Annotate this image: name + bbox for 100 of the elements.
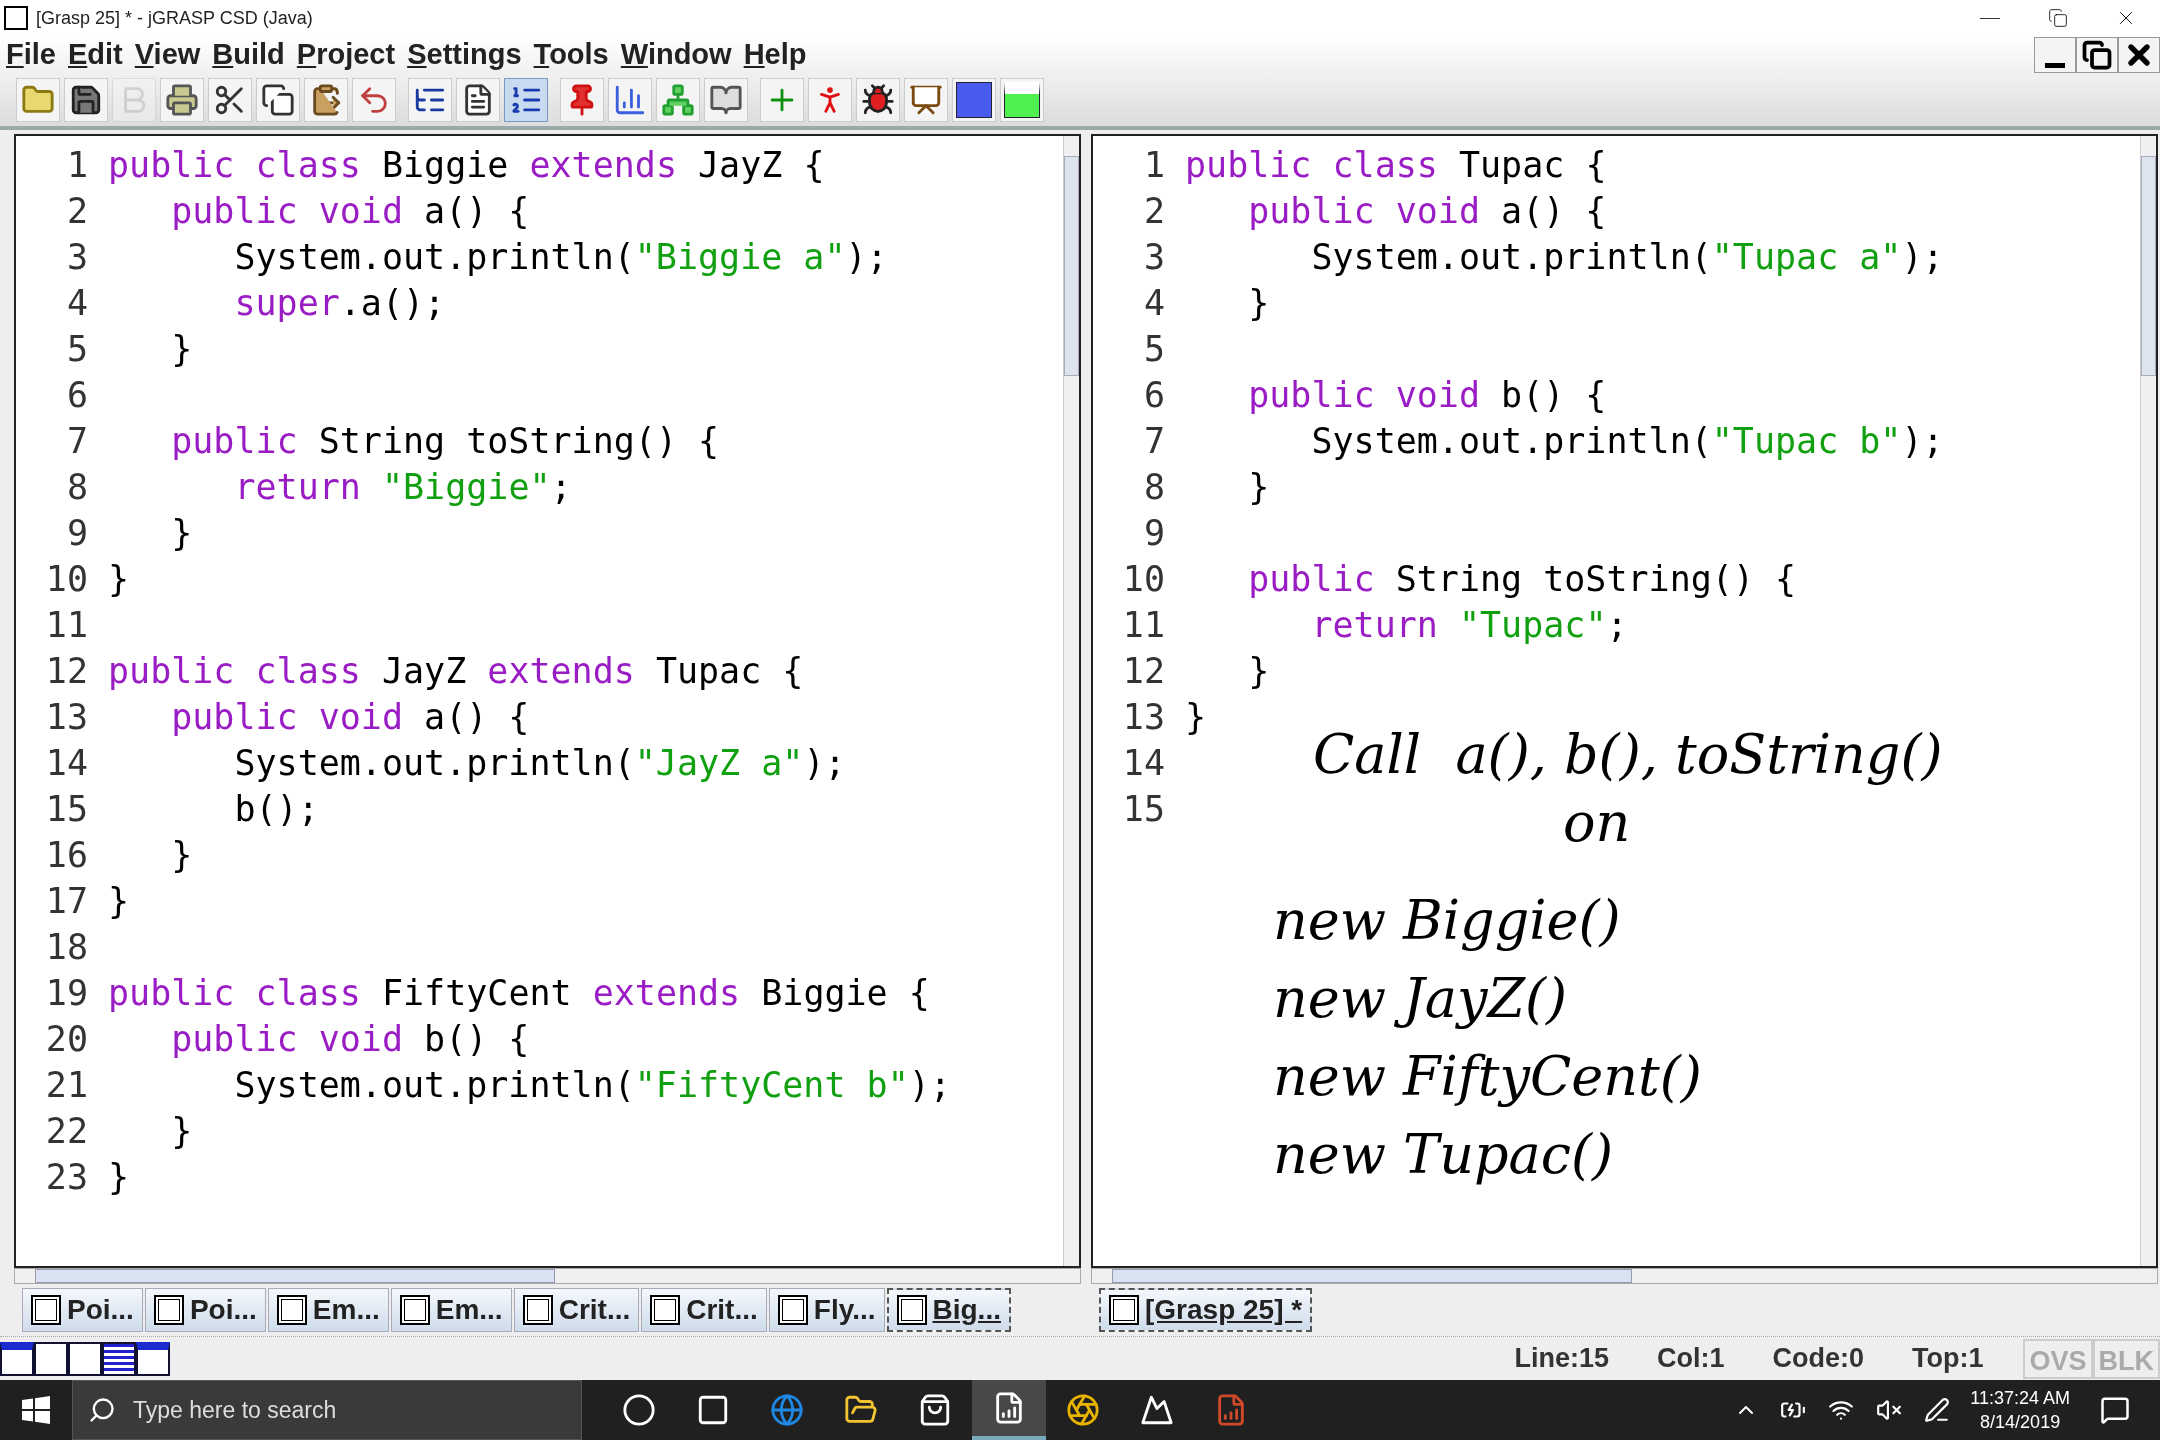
- file-tab[interactable]: Poi...: [22, 1288, 143, 1332]
- line-number: 15: [44, 788, 88, 831]
- line-number: 15: [1121, 788, 1165, 831]
- handwritten-note: new FiftyCent(): [1273, 1044, 1703, 1110]
- code-line: public void b() {: [170, 1018, 530, 1061]
- toolbar-button[interactable]: [904, 78, 948, 122]
- search-field[interactable]: Type here to search: [72, 1380, 582, 1440]
- status-indicator: OVS: [2023, 1338, 2093, 1379]
- close-button[interactable]: [2118, 37, 2160, 73]
- line-number: 19: [44, 972, 88, 1015]
- menu-item[interactable]: Project: [290, 33, 402, 77]
- toolbar-button[interactable]: [160, 78, 204, 122]
- windows-logo-icon: [22, 1396, 50, 1424]
- status-indicator: BLK: [2092, 1338, 2160, 1379]
- line-number: 5: [1142, 328, 1165, 371]
- code-line: }: [108, 880, 130, 923]
- file-tab[interactable]: Poi...: [144, 1288, 266, 1332]
- window-title: [Grasp 25] * - jGRASP CSD (Java): [36, 6, 313, 30]
- menu-item[interactable]: Settings: [401, 33, 528, 77]
- file-icon: [896, 1295, 927, 1325]
- clock-date: 8/14/2019: [1980, 1411, 2061, 1434]
- line-number: 22: [44, 1110, 88, 1153]
- code-line: System.out.println("Biggie a");: [233, 236, 888, 279]
- line-number: 11: [44, 604, 88, 647]
- line-number: 3: [65, 236, 88, 279]
- code-line: public String toString() {: [170, 420, 720, 463]
- clock-time: 11:37:24 AM: [1970, 1387, 2070, 1410]
- toolbar-button[interactable]: [504, 78, 548, 122]
- code-line: System.out.println("FiftyCent b");: [233, 1064, 951, 1107]
- line-number: 6: [1142, 374, 1165, 417]
- horizontal-scrollbar[interactable]: [14, 1268, 1081, 1284]
- horizontal-scrollbar[interactable]: [1091, 1268, 2158, 1284]
- code-line: }: [1247, 466, 1270, 509]
- line-number: 12: [44, 650, 88, 693]
- code-line: public class FiftyCent extends Biggie {: [108, 972, 930, 1015]
- line-number: 4: [65, 282, 88, 325]
- menu-item[interactable]: Help: [737, 33, 813, 77]
- code-line: public void a() {: [170, 190, 530, 233]
- code-line: }: [1247, 650, 1270, 693]
- code-line: }: [170, 1110, 193, 1153]
- file-tab[interactable]: Crit...: [513, 1288, 640, 1332]
- line-number: 5: [65, 328, 88, 371]
- shopping-bag-icon: [918, 1393, 952, 1427]
- taskbar-app[interactable]: [972, 1380, 1046, 1440]
- minimize-button[interactable]: [2034, 37, 2076, 73]
- toolbar-button[interactable]: [408, 78, 452, 122]
- toolbar-button[interactable]: [64, 78, 108, 122]
- code-line: b();: [233, 788, 319, 831]
- vertical-scrollbar[interactable]: [2140, 136, 2156, 1266]
- window-layout-icon[interactable]: [102, 1341, 136, 1376]
- line-number: 8: [65, 466, 88, 509]
- status-field: Code:0: [1772, 1338, 1864, 1379]
- line-number: 10: [1121, 558, 1165, 601]
- window-layout-icon[interactable]: [34, 1341, 68, 1376]
- file-tab[interactable]: Em...: [267, 1288, 389, 1332]
- menu-item[interactable]: Build: [206, 33, 291, 77]
- handwritten-note: new Tupac(): [1273, 1122, 1615, 1188]
- bug-icon: [861, 83, 895, 117]
- line-number: 7: [65, 420, 88, 463]
- file-tab[interactable]: Em...: [390, 1288, 512, 1332]
- toolbar-button[interactable]: [456, 78, 500, 122]
- file-icon: [650, 1295, 681, 1325]
- code-line: System.out.println("Tupac b");: [1310, 420, 1944, 463]
- handwritten-note: on: [1562, 790, 1632, 856]
- window-layout-icon[interactable]: [136, 1341, 170, 1376]
- file-tab[interactable]: Crit...: [641, 1288, 767, 1332]
- toolbar-button[interactable]: [1000, 78, 1044, 122]
- menu-item[interactable]: Tools: [527, 33, 615, 77]
- status-field: Col:1: [1656, 1338, 1725, 1379]
- file-tab[interactable]: Fly...: [768, 1288, 885, 1332]
- menu-item[interactable]: Window: [614, 33, 738, 77]
- status-field: Line:15: [1514, 1338, 1609, 1379]
- toolbar-button[interactable]: [208, 78, 252, 122]
- toolbar-button[interactable]: [704, 78, 748, 122]
- toolbar-button[interactable]: [304, 78, 348, 122]
- restore-button[interactable]: [2076, 37, 2118, 73]
- restore-icon: [2082, 40, 2112, 70]
- file-tab[interactable]: Big...: [886, 1288, 1011, 1332]
- line-number: 20: [44, 1018, 88, 1061]
- task-view-icon: [696, 1393, 730, 1427]
- line-number: 1: [1142, 144, 1165, 187]
- menu-item[interactable]: File: [0, 33, 62, 77]
- menu-item[interactable]: Edit: [61, 33, 129, 77]
- code-line: }: [108, 558, 130, 601]
- menu-item[interactable]: View: [128, 33, 207, 77]
- toolbar-button[interactable]: [256, 78, 300, 122]
- split-rectangle-icon: [1004, 82, 1040, 118]
- minimize-icon: [2045, 63, 2065, 68]
- toolbar-button[interactable]: [952, 78, 996, 122]
- code-line: }: [1247, 282, 1270, 325]
- vertical-scrollbar[interactable]: [1063, 136, 1079, 1266]
- code-line: System.out.println("JayZ a");: [233, 742, 846, 785]
- code-line: }: [1185, 696, 1207, 739]
- file-icon: [522, 1295, 553, 1325]
- file-tab[interactable]: [Grasp 25] *: [1099, 1288, 1313, 1332]
- window-layout-icon[interactable]: [0, 1341, 34, 1376]
- bar-chart-icon: [613, 83, 647, 117]
- file-icon: [399, 1295, 430, 1325]
- window-layout-icon[interactable]: [68, 1341, 102, 1376]
- toolbar-button[interactable]: [856, 78, 900, 122]
